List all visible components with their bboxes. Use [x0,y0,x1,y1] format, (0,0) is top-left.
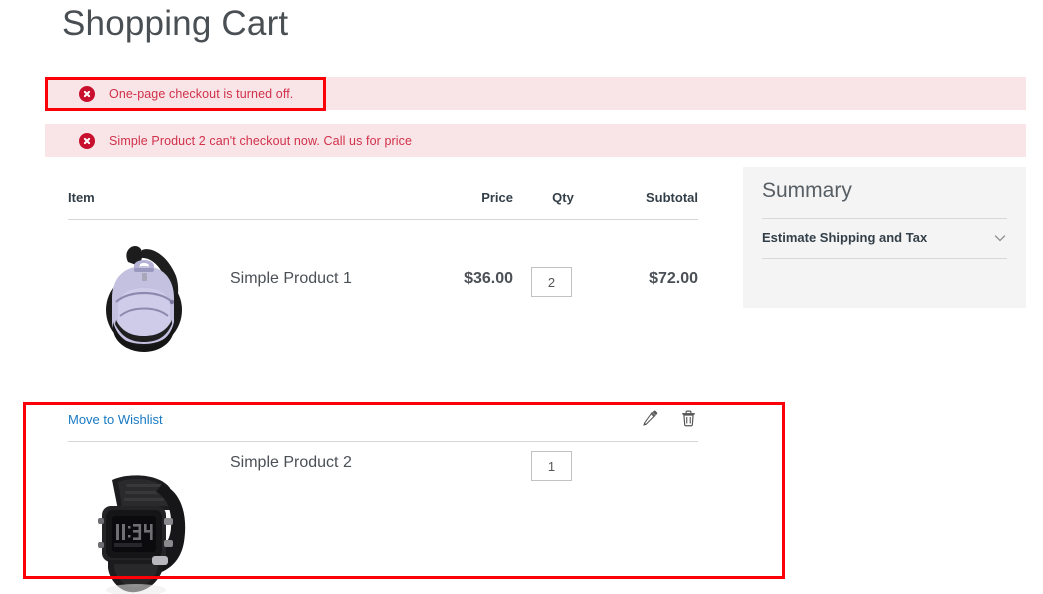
shopping-cart-page: Shopping Cart One-page checkout is turne… [0,0,1043,594]
trash-icon[interactable] [678,408,698,428]
estimate-shipping-and-tax-toggle[interactable]: Estimate Shipping and Tax [762,230,1007,245]
quantity-input[interactable] [532,268,571,296]
quantity-input[interactable] [532,452,571,480]
column-header-subtotal: Subtotal [646,190,698,205]
error-circle-icon [79,132,95,149]
item-actions [640,408,698,428]
table-row: Simple Product 2 [68,442,698,594]
error-message-checkout-off: One-page checkout is turned off. [45,77,1026,110]
error-message-product-unavailable: Simple Product 2 can't checkout now. Cal… [45,124,1026,157]
cart-items-table: Item Price Qty Subtotal Simple Product 1… [68,186,698,395]
divider [762,218,1007,219]
product-name: Simple Product 2 [230,454,352,471]
quantity-input-wrapper[interactable] [531,451,572,481]
table-row: Simple Product 1 $36.00 $72.00 [68,220,698,395]
error-message-text: Simple Product 2 can't checkout now. Cal… [109,133,413,148]
summary-title: Summary [762,179,852,202]
estimate-shipping-and-tax-label: Estimate Shipping and Tax [762,230,928,245]
chevron-down-icon [993,231,1007,245]
error-message-text: One-page checkout is turned off. [109,86,294,101]
cart-table-header: Item Price Qty Subtotal [68,186,698,220]
product-price: $36.00 [464,270,513,287]
pencil-icon[interactable] [640,408,660,428]
product-subtotal: $72.00 [649,270,698,287]
move-to-wishlist-link[interactable]: Move to Wishlist [68,412,163,427]
product-name: Simple Product 1 [230,270,352,287]
column-header-item: Item [68,190,95,205]
page-title: Shopping Cart [62,4,289,43]
summary-panel: Summary Estimate Shipping and Tax [743,167,1026,308]
error-circle-icon [79,85,95,102]
divider [762,258,1007,259]
column-header-qty: Qty [552,190,574,205]
black-digital-watch-image[interactable] [78,464,208,594]
column-header-price: Price [481,190,513,205]
lavender-backpack-image[interactable] [82,232,214,364]
quantity-input-wrapper[interactable] [531,267,572,297]
